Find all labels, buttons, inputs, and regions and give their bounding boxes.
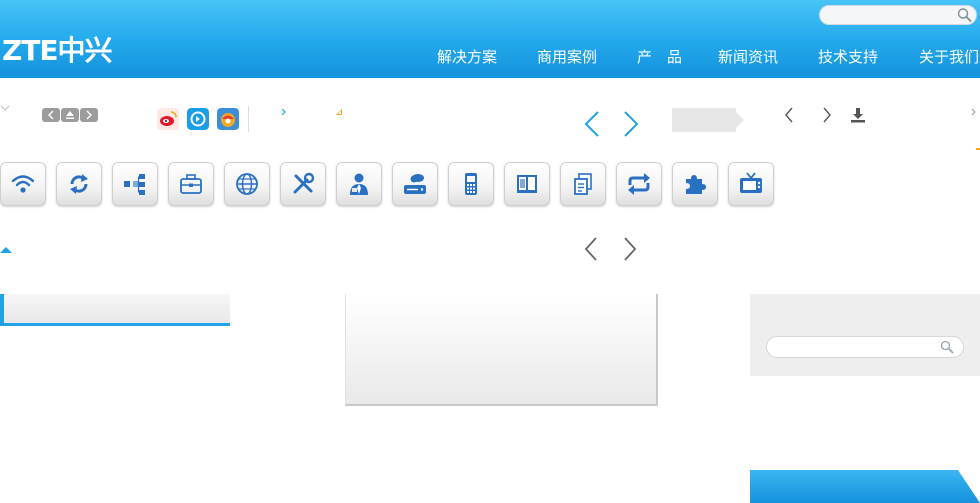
wifi-icon <box>11 175 35 193</box>
wifi-tile[interactable] <box>0 162 46 206</box>
sync-tile[interactable] <box>616 162 662 206</box>
network-tree-tile[interactable] <box>112 162 158 206</box>
chevron-right-icon[interactable] <box>971 108 977 116</box>
list-prev-icon[interactable] <box>583 236 599 264</box>
eject-button[interactable] <box>61 108 79 122</box>
search-icon[interactable] <box>956 7 974 23</box>
nav-products[interactable]: 产 品 <box>637 46 682 67</box>
orange-marker <box>976 148 980 150</box>
refresh-tile[interactable] <box>56 162 102 206</box>
carousel-prev-icon[interactable] <box>583 110 601 138</box>
header-search <box>819 5 977 25</box>
carousel-next-icon[interactable] <box>622 110 640 138</box>
next-button[interactable] <box>80 108 98 122</box>
tools-icon <box>293 172 315 194</box>
tools-tile[interactable] <box>280 162 326 206</box>
documents-tile[interactable] <box>560 162 606 206</box>
briefcase-tile[interactable] <box>168 162 214 206</box>
nav-support[interactable]: 技术支持 <box>818 46 878 67</box>
list-next-icon[interactable] <box>622 236 638 264</box>
sidebar-search-input[interactable] <box>777 340 941 356</box>
globe-icon <box>236 173 258 195</box>
book-tile[interactable] <box>504 162 550 206</box>
sidebar-search <box>766 336 964 358</box>
chevron-left-icon <box>48 110 54 120</box>
site-header: ZTE中兴 解决方案 商用案例 产 品 新闻资讯 技术支持 关于我们 <box>0 0 980 78</box>
refresh-icon <box>70 174 88 194</box>
cloud-storage-tile[interactable] <box>392 162 438 206</box>
search-icon[interactable] <box>939 339 955 355</box>
user-agent-icon <box>350 173 368 195</box>
corner-arrow-icon <box>336 109 342 115</box>
bottom-section-tab[interactable] <box>750 470 980 503</box>
chevron-right-icon[interactable] <box>281 108 287 116</box>
gray-tab-tip <box>736 112 744 128</box>
chevron-left-icon[interactable] <box>784 107 794 123</box>
nav-solutions[interactable]: 解决方案 <box>437 46 497 67</box>
prev-button[interactable] <box>42 108 60 122</box>
briefcase-icon <box>180 174 202 194</box>
chevron-down-icon[interactable] <box>0 104 12 114</box>
header-search-input[interactable] <box>828 8 958 24</box>
sync-icon <box>628 173 650 195</box>
weibo-icon[interactable] <box>157 108 179 130</box>
cloud-storage-icon <box>404 174 426 194</box>
nav-news[interactable]: 新闻资讯 <box>718 46 778 67</box>
globe-tile[interactable] <box>224 162 270 206</box>
book-icon <box>517 175 537 193</box>
chevron-right-icon[interactable] <box>822 107 832 123</box>
mobile-phone-tile[interactable] <box>448 162 494 206</box>
tv-tile[interactable] <box>728 162 774 206</box>
puzzle-tile[interactable] <box>672 162 718 206</box>
mobile-phone-icon <box>465 173 477 195</box>
content-panel <box>345 294 658 406</box>
section-header-accent <box>0 294 4 326</box>
documents-icon <box>574 173 592 195</box>
eject-icon <box>66 111 74 119</box>
section-header-bar <box>0 294 230 326</box>
download-icon[interactable] <box>850 107 866 123</box>
tv-icon <box>740 172 762 193</box>
qzone-icon[interactable] <box>187 108 209 130</box>
toolbar-divider <box>248 106 249 132</box>
puzzle-icon <box>686 175 706 194</box>
gray-tab[interactable] <box>672 108 736 132</box>
nav-cases[interactable]: 商用案例 <box>537 46 597 67</box>
user-agent-tile[interactable] <box>336 162 382 206</box>
nav-about[interactable]: 关于我们 <box>919 46 979 67</box>
network-tree-icon <box>124 174 145 195</box>
main-nav: 解决方案 商用案例 产 品 新闻资讯 技术支持 关于我们 <box>0 46 980 68</box>
chevron-right-icon <box>86 110 92 120</box>
share-icon[interactable] <box>217 108 239 130</box>
chevron-up-icon[interactable] <box>0 246 12 254</box>
sidebar-search-panel <box>750 294 980 376</box>
